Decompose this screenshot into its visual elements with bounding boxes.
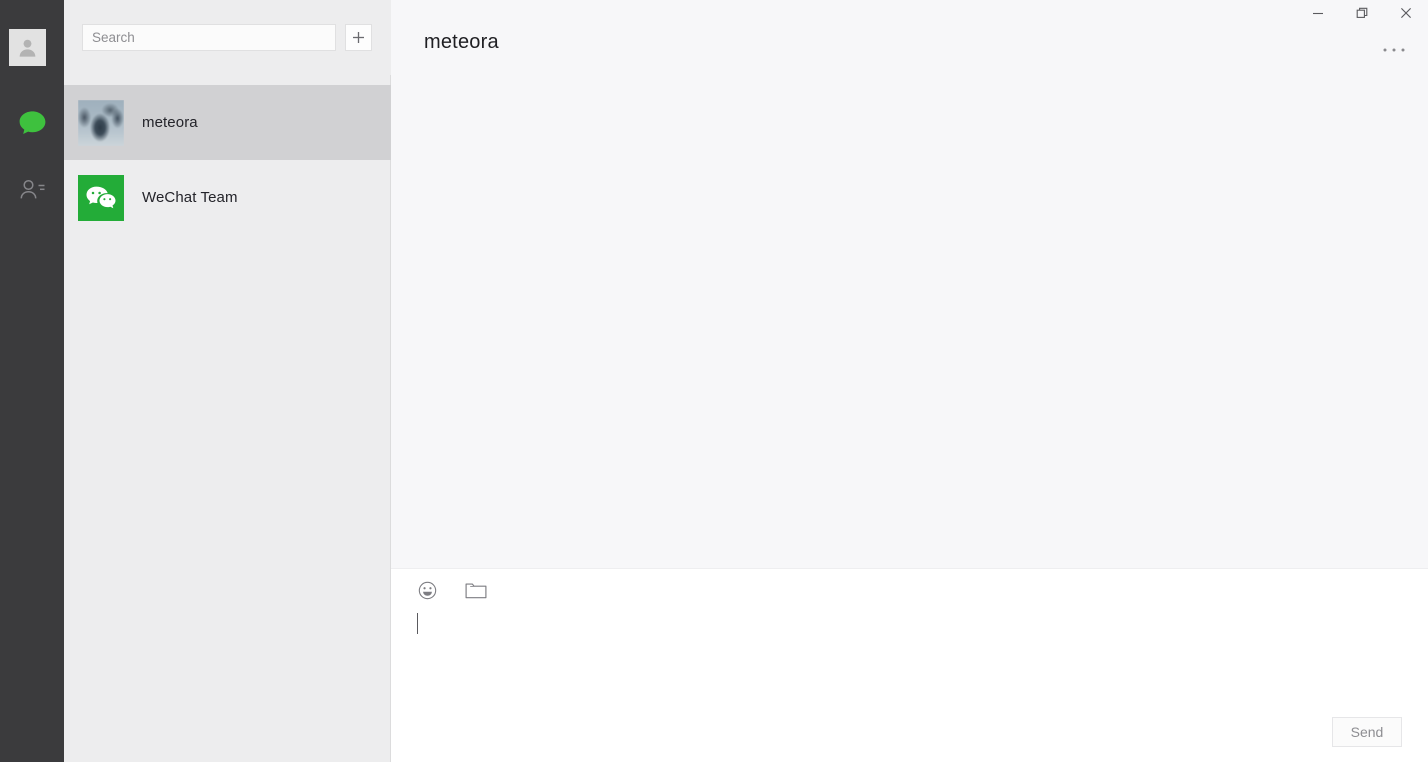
restore-button[interactable] [1340,0,1384,26]
close-icon [1400,7,1412,19]
send-button[interactable]: Send [1332,717,1402,747]
wechat-window: meteora WeChat Team [0,0,1428,762]
user-avatar[interactable] [9,29,46,66]
message-input-wrapper[interactable] [391,611,1428,762]
plus-icon [352,31,365,44]
folder-file-icon [465,581,487,600]
chat-list: meteora WeChat Team [64,85,391,762]
restore-icon [1356,7,1368,19]
chat-list-item-name: WeChat Team [142,189,238,206]
message-area [391,85,1428,568]
wechat-logo-icon [78,174,124,221]
nav-rail [0,0,64,762]
chat-more-button[interactable] [1377,38,1411,60]
window-controls [1296,0,1428,26]
message-input[interactable] [416,611,1403,651]
minimize-button[interactable] [1296,0,1340,26]
photo-avatar-icon [78,99,124,146]
chat-list-item-meteora[interactable]: meteora [64,85,391,160]
user-avatar-icon [16,36,39,59]
contacts-icon [17,177,47,208]
avatar [78,174,124,221]
search-input[interactable] [82,24,336,51]
emoji-smiley-icon [418,581,437,600]
close-button[interactable] [1384,0,1428,26]
chat-panel: meteora Send [391,0,1428,762]
composer-toolbar [391,569,1428,611]
composer-footer: Send [1332,717,1402,747]
message-composer: Send [391,568,1428,762]
chat-list-item-name: meteora [142,114,198,131]
ellipsis-icon [1382,40,1406,58]
add-chat-button[interactable] [345,24,372,51]
minimize-icon [1312,7,1324,19]
text-caret [417,613,418,634]
file-button[interactable] [465,579,487,601]
sidebar-item-contacts[interactable] [0,170,64,214]
sidebar-item-chats[interactable] [0,103,64,147]
page-title: meteora [424,31,499,53]
avatar [78,99,124,146]
chat-header: meteora [391,0,1428,85]
chat-list-panel: meteora WeChat Team [64,0,391,762]
chat-bubble-icon [18,110,47,141]
search-row [64,0,391,75]
chat-list-item-wechat-team[interactable]: WeChat Team [64,160,391,235]
emoji-button[interactable] [416,579,438,601]
